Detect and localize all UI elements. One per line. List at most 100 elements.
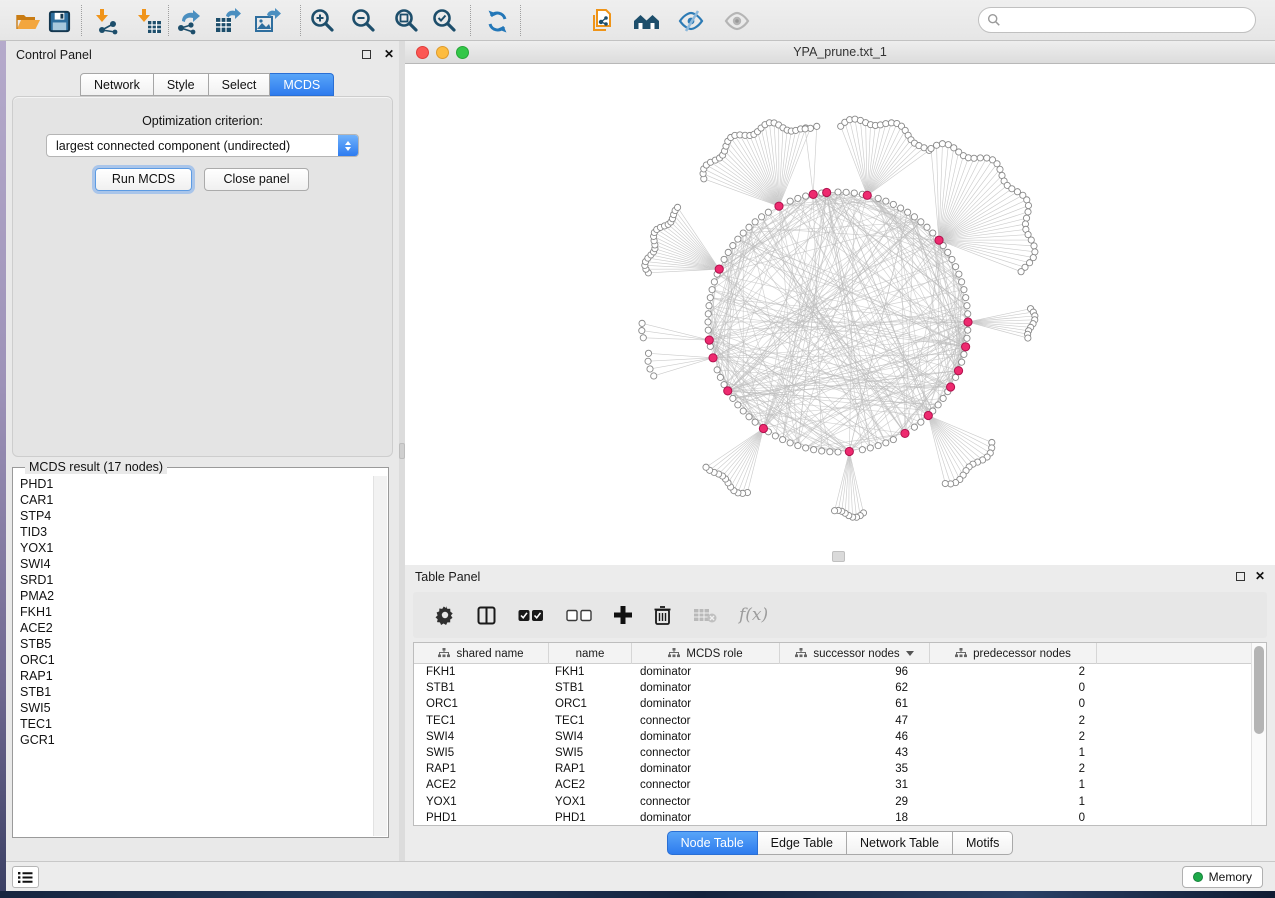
column-header-shared-name[interactable]: shared name	[414, 643, 549, 664]
graph-node[interactable]	[645, 350, 651, 356]
graph-node[interactable]	[935, 402, 941, 408]
close-panel-icon[interactable]: ✕	[384, 47, 394, 61]
mcds-list-item[interactable]: YOX1	[14, 540, 373, 556]
graph-node[interactable]	[703, 464, 709, 470]
column-header-name[interactable]: name	[549, 643, 632, 664]
graph-hub-node[interactable]	[705, 336, 713, 344]
criterion-dropdown[interactable]: largest connected component (undirected)	[46, 134, 359, 157]
mcds-list-item[interactable]: FKH1	[14, 604, 373, 620]
graph-node[interactable]	[1025, 202, 1031, 208]
graph-node[interactable]	[905, 209, 911, 215]
graph-node[interactable]	[706, 303, 712, 309]
table-row[interactable]: YOX1YOX1connector291	[414, 794, 1251, 810]
import-table-button[interactable]	[134, 7, 164, 35]
graph-node[interactable]	[674, 204, 680, 210]
graph-node[interactable]	[953, 264, 959, 270]
network-canvas[interactable]	[406, 64, 1274, 563]
graph-node[interactable]	[875, 195, 881, 201]
graph-hub-node[interactable]	[954, 367, 962, 375]
task-history-button[interactable]	[12, 866, 39, 888]
export-image-button[interactable]	[252, 7, 282, 35]
graph-node[interactable]	[1031, 243, 1037, 249]
graph-node[interactable]	[772, 433, 778, 439]
graph-node[interactable]	[787, 198, 793, 204]
table-row[interactable]: SWI5SWI5connector431	[414, 745, 1251, 761]
graph-node[interactable]	[819, 448, 825, 454]
graph-node[interactable]	[752, 219, 758, 225]
close-panel-button[interactable]: Close panel	[204, 168, 309, 191]
divider-grip[interactable]	[832, 551, 845, 562]
graph-node[interactable]	[939, 141, 945, 147]
graph-node[interactable]	[795, 195, 801, 201]
graph-node[interactable]	[640, 335, 646, 341]
graph-node[interactable]	[705, 311, 711, 317]
graph-node[interactable]	[752, 419, 758, 425]
show-details-button[interactable]	[722, 7, 752, 35]
graph-hub-node[interactable]	[724, 387, 732, 395]
graph-node[interactable]	[883, 121, 889, 127]
tab-node-table[interactable]: Node Table	[667, 831, 758, 855]
network-overview-button[interactable]	[632, 7, 662, 35]
graph-hub-node[interactable]	[962, 343, 970, 351]
hide-details-button[interactable]	[676, 7, 706, 35]
select-all-button[interactable]	[518, 609, 544, 622]
table-settings-button[interactable]	[435, 605, 455, 625]
graph-node[interactable]	[924, 224, 930, 230]
graph-hub-node[interactable]	[775, 202, 783, 210]
graph-node[interactable]	[730, 242, 736, 248]
export-table-button[interactable]	[212, 7, 242, 35]
mcds-list-item[interactable]: ACE2	[14, 620, 373, 636]
column-header-predecessor-nodes[interactable]: predecessor nodes	[930, 643, 1097, 664]
column-layout-button[interactable]	[477, 606, 496, 625]
graph-node[interactable]	[984, 155, 990, 161]
graph-node[interactable]	[639, 320, 645, 326]
tab-select[interactable]: Select	[209, 73, 271, 96]
mcds-list-item[interactable]: SRD1	[14, 572, 373, 588]
graph-node[interactable]	[977, 155, 983, 161]
export-network-button[interactable]	[172, 7, 202, 35]
graph-node[interactable]	[963, 295, 969, 301]
import-network-button[interactable]	[92, 7, 122, 35]
graph-node[interactable]	[831, 508, 837, 514]
graph-node[interactable]	[911, 214, 917, 220]
graph-node[interactable]	[651, 373, 657, 379]
mcds-list-item[interactable]: GCR1	[14, 732, 373, 748]
graph-hub-node[interactable]	[715, 265, 723, 273]
graph-node[interactable]	[851, 190, 857, 196]
graph-node[interactable]	[735, 236, 741, 242]
graph-node[interactable]	[740, 408, 746, 414]
mcds-list-scrollbar[interactable]	[373, 476, 387, 836]
graph-node[interactable]	[961, 287, 967, 293]
graph-node[interactable]	[949, 256, 955, 262]
graph-node[interactable]	[945, 249, 951, 255]
graph-node[interactable]	[714, 367, 720, 373]
graph-node[interactable]	[721, 256, 727, 262]
graph-node[interactable]	[859, 447, 865, 453]
graph-node[interactable]	[965, 311, 971, 317]
table-row[interactable]: RAP1RAP1dominator352	[414, 761, 1251, 777]
deselect-all-button[interactable]	[566, 609, 592, 622]
tab-network[interactable]: Network	[80, 73, 154, 96]
graph-node[interactable]	[961, 351, 967, 357]
graph-node[interactable]	[875, 443, 881, 449]
graph-node[interactable]	[725, 249, 731, 255]
mcds-list-item[interactable]: STB1	[14, 684, 373, 700]
graph-node[interactable]	[639, 328, 645, 334]
graph-node[interactable]	[705, 319, 711, 325]
graph-node[interactable]	[780, 437, 786, 443]
graph-node[interactable]	[964, 335, 970, 341]
graph-node[interactable]	[835, 449, 841, 455]
search-input[interactable]	[1001, 10, 1255, 30]
scrollbar-thumb[interactable]	[1254, 646, 1264, 734]
graph-node[interactable]	[918, 219, 924, 225]
table-row[interactable]: ORC1ORC1dominator610	[414, 696, 1251, 712]
graph-node[interactable]	[942, 480, 948, 486]
graph-node[interactable]	[933, 142, 939, 148]
run-mcds-button[interactable]: Run MCDS	[95, 168, 192, 191]
graph-node[interactable]	[1025, 209, 1031, 215]
mcds-list-item[interactable]: SWI4	[14, 556, 373, 572]
graph-node[interactable]	[730, 395, 736, 401]
table-row[interactable]: ACE2ACE2connector311	[414, 777, 1251, 793]
graph-node[interactable]	[959, 359, 965, 365]
graph-hub-node[interactable]	[823, 188, 831, 196]
